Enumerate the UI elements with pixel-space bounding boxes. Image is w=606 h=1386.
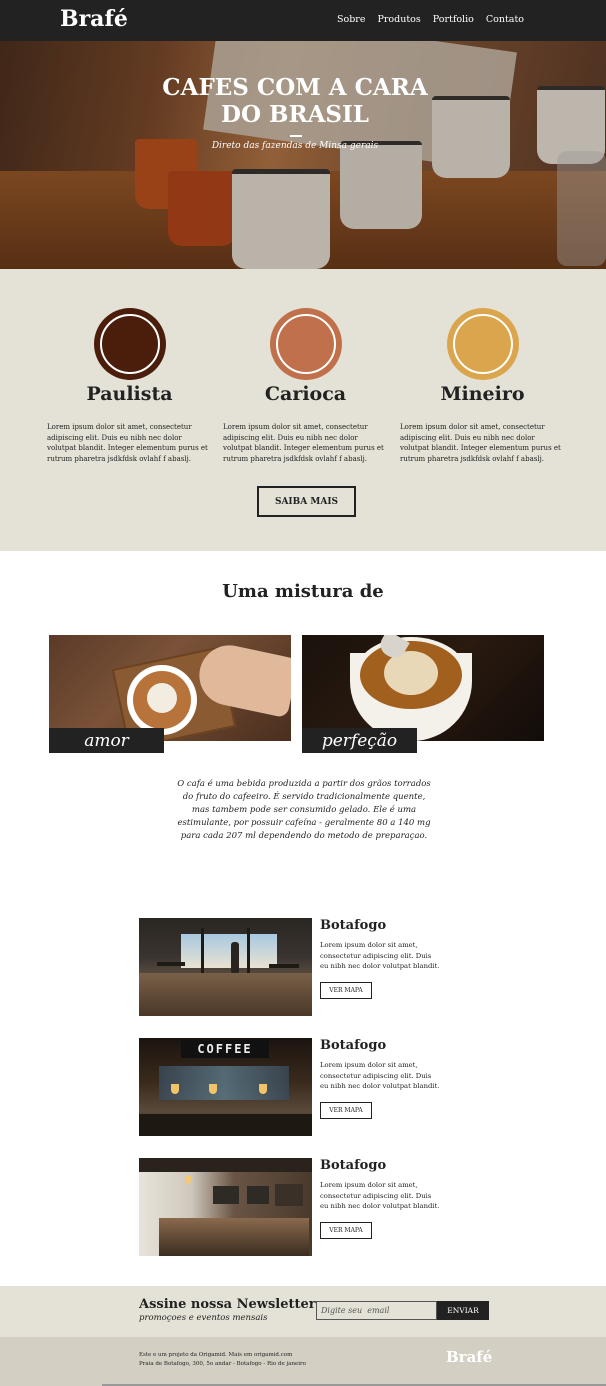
coffee-color-circle bbox=[94, 308, 166, 380]
label-amor: amor bbox=[49, 728, 164, 753]
newsletter-subtitle: promoçoes e eventos mensais bbox=[139, 1313, 268, 1323]
main-nav: Sobre Produtos Portfolio Contato bbox=[337, 14, 524, 25]
location-card: COFFEE Botafogo Lorem ipsum dolor sit am… bbox=[139, 1038, 439, 1136]
location-desc: Lorem ipsum dolor sit amet, consectetur … bbox=[320, 1061, 440, 1090]
nav-link-produtos[interactable]: Produtos bbox=[377, 14, 420, 25]
saiba-mais-button[interactable]: SAIBA MAIS bbox=[257, 486, 356, 517]
coffee-color-circle bbox=[270, 308, 342, 380]
location-title: Botafogo bbox=[320, 1158, 387, 1173]
location-card: Botafogo Lorem ipsum dolor sit amet, con… bbox=[139, 1158, 439, 1256]
mixture-description: O cafa é uma bebida produzida a partir d… bbox=[177, 779, 431, 841]
cafe-counter-photo bbox=[139, 1158, 312, 1256]
email-field[interactable] bbox=[316, 1301, 437, 1320]
latte-art-photo bbox=[49, 635, 291, 741]
footer-credit: Este e um projeto da Origamid. Mais em o… bbox=[139, 1352, 293, 1358]
nav-link-sobre[interactable]: Sobre bbox=[337, 14, 365, 25]
coffee-color-circle bbox=[447, 308, 519, 380]
location-title: Botafogo bbox=[320, 1038, 387, 1053]
cafe-interior-photo bbox=[139, 918, 312, 1016]
footer-logo[interactable]: Brafé bbox=[446, 1348, 492, 1366]
ver-mapa-button[interactable]: VER MAPA bbox=[320, 1102, 372, 1119]
latte-pour-photo bbox=[302, 635, 544, 741]
label-perfecao: perfeção bbox=[302, 728, 417, 753]
site-header: Brafé Sobre Produtos Portfolio Contato bbox=[0, 0, 606, 41]
coffee-shop-photo: COFFEE bbox=[139, 1038, 312, 1136]
coffee-type-desc: Lorem ipsum dolor sit amet, consectetur … bbox=[223, 423, 384, 463]
newsletter-section: Assine nossa Newsletter promoçoes e even… bbox=[0, 1286, 606, 1337]
coffee-sign-text: COFFEE bbox=[197, 1042, 253, 1056]
nav-link-portfolio[interactable]: Portfolio bbox=[433, 14, 474, 25]
ver-mapa-button[interactable]: VER MAPA bbox=[320, 1222, 372, 1239]
nav-link-contato[interactable]: Contato bbox=[486, 14, 524, 25]
coffee-type-desc: Lorem ipsum dolor sit amet, consectetur … bbox=[400, 423, 561, 463]
coffee-type-name: Carioca bbox=[264, 383, 347, 405]
coffee-types-section: Paulista Lorem ipsum dolor sit amet, con… bbox=[0, 269, 606, 551]
location-desc: Lorem ipsum dolor sit amet, consectetur … bbox=[320, 1181, 440, 1210]
coffee-type-name: Paulista bbox=[86, 383, 173, 405]
logo[interactable]: Brafé bbox=[60, 6, 128, 32]
location-card: Botafogo Lorem ipsum dolor sit amet, con… bbox=[139, 918, 439, 1016]
mixture-title: Uma mistura de bbox=[222, 581, 384, 602]
location-title: Botafogo bbox=[320, 918, 387, 933]
site-footer: Este e um projeto da Origamid. Mais em o… bbox=[0, 1337, 606, 1386]
location-desc: Lorem ipsum dolor sit amet, consectetur … bbox=[320, 941, 440, 970]
footer-address: Praia de Botafogo, 300, 5o andar - Botaf… bbox=[139, 1360, 306, 1367]
coffee-type-name: Mineiro bbox=[440, 383, 525, 405]
hero-divider bbox=[290, 135, 302, 137]
ver-mapa-button[interactable]: VER MAPA bbox=[320, 982, 372, 999]
newsletter-title: Assine nossa Newsletter bbox=[139, 1297, 316, 1312]
enviar-button[interactable]: ENVIAR bbox=[437, 1301, 489, 1320]
footer-info: Este e um projeto da Origamid. Mais em o… bbox=[139, 1351, 306, 1368]
hero-title: CAFES COM A CARA DO BRASIL bbox=[162, 74, 428, 128]
coffee-type-desc: Lorem ipsum dolor sit amet, consectetur … bbox=[47, 423, 208, 463]
hero-subtitle: Direto das fazendas de Minsa gerais bbox=[211, 141, 379, 151]
